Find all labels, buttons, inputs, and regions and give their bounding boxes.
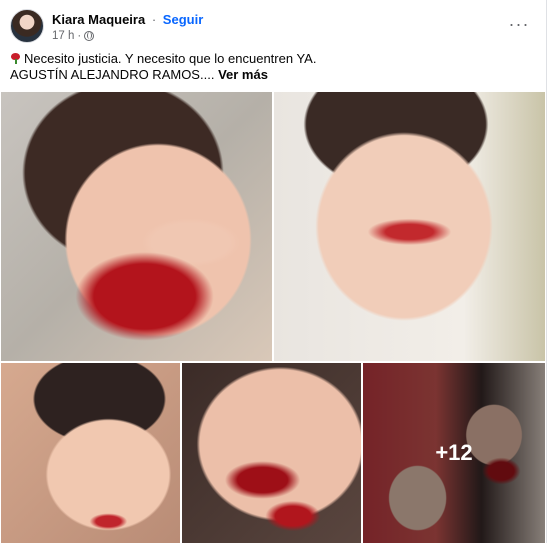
post-text-line-1-content: Necesito justicia. Y necesito que lo enc… <box>24 51 317 66</box>
post-photo-2[interactable] <box>274 92 545 361</box>
more-options-button[interactable]: ··· <box>506 13 532 35</box>
separator-dot: · <box>151 12 157 27</box>
post-photo-1[interactable] <box>1 92 272 361</box>
post-photo-3[interactable] <box>1 363 180 543</box>
more-photos-overlay[interactable]: +12 <box>363 363 545 543</box>
post-text-line-2-content: AGUSTÍN ALEJANDRO RAMOS.... <box>10 67 215 82</box>
post-photo-5[interactable]: +12 <box>363 363 545 543</box>
name-row: Kiara Maqueira · Seguir <box>52 12 203 27</box>
meta-separator: · <box>77 30 82 42</box>
post-text-line-1: Necesito justicia. Y necesito que lo enc… <box>10 51 536 67</box>
avatar[interactable] <box>10 9 44 43</box>
rose-icon <box>10 53 21 64</box>
globe-icon <box>84 31 95 41</box>
follow-button[interactable]: Seguir <box>163 12 203 27</box>
post-text-line-2: AGUSTÍN ALEJANDRO RAMOS.... Ver más <box>10 67 536 83</box>
post-photo-4[interactable] <box>182 363 361 543</box>
see-more-link[interactable]: Ver más <box>218 67 268 82</box>
author-name[interactable]: Kiara Maqueira <box>52 12 145 27</box>
post-card: Kiara Maqueira · Seguir 17 h · ··· Neces… <box>0 0 547 543</box>
post-timestamp[interactable]: 17 h <box>52 30 74 42</box>
post-header: Kiara Maqueira · Seguir 17 h · ··· <box>10 9 536 45</box>
post-meta: 17 h · <box>52 30 95 42</box>
more-photos-count: +12 <box>435 440 473 465</box>
more-options-icon: ··· <box>508 14 530 34</box>
post-text: Necesito justicia. Y necesito que lo enc… <box>10 51 536 83</box>
